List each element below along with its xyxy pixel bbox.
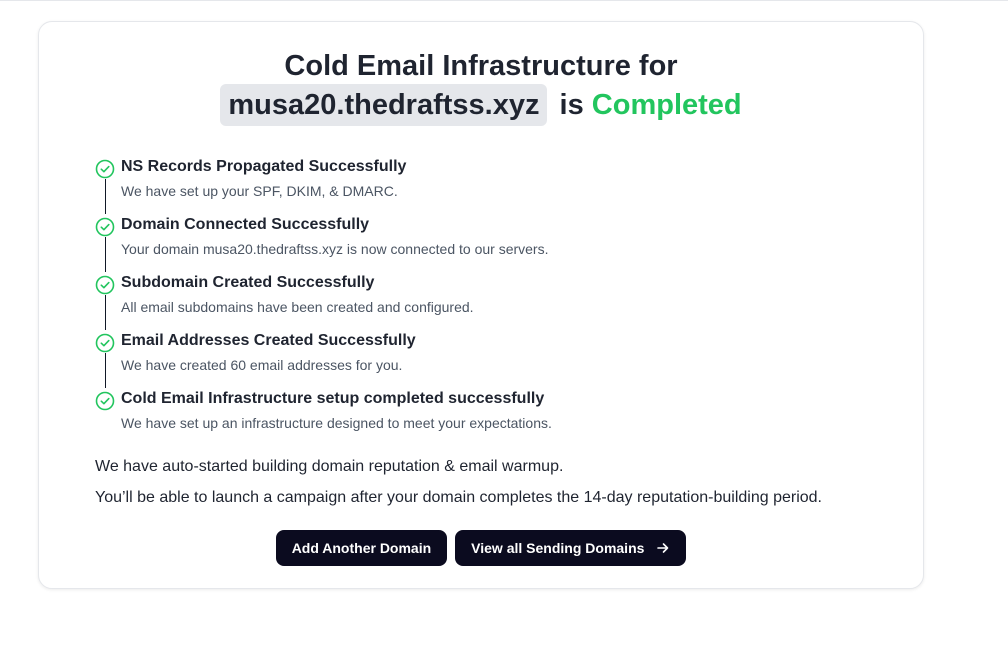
step-title: Email Addresses Created Successfully — [121, 332, 416, 349]
step-description: All email subdomains have been created a… — [121, 299, 474, 315]
step-title: Domain Connected Successfully — [121, 216, 370, 233]
card-actions: Add Another Domain View all Sending Doma… — [39, 530, 923, 566]
add-another-domain-button[interactable]: Add Another Domain — [275, 530, 448, 566]
timeline-connector — [105, 353, 106, 388]
launch-note: You’ll be able to launch a campaign afte… — [95, 489, 822, 506]
step-title: NS Records Propagated Successfully — [121, 158, 407, 175]
timeline-connector — [105, 237, 106, 272]
title-is-word: is — [559, 89, 584, 121]
title-prefix: Cold Email Infrastructure for — [284, 50, 678, 82]
step-description: We have set up your SPF, DKIM, & DMARC. — [121, 183, 398, 199]
top-divider — [0, 0, 1008, 1]
view-sending-domains-button[interactable]: View all Sending Domains — [455, 530, 687, 566]
timeline-connector — [105, 295, 106, 330]
add-another-domain-label: Add Another Domain — [291, 540, 432, 556]
view-sending-domains-label: View all Sending Domains — [471, 540, 645, 556]
arrow-right-icon — [657, 543, 669, 553]
status-completed: Completed — [591, 89, 742, 121]
timeline-connector — [105, 179, 106, 214]
step-description: We have created 60 email addresses for y… — [121, 357, 403, 373]
warmup-note: We have auto-started building domain rep… — [95, 458, 564, 475]
check-circle-icon — [95, 275, 115, 295]
check-circle-icon — [95, 159, 115, 179]
step-ns-records: NS Records Propagated Successfully We ha… — [95, 156, 855, 214]
step-description: We have set up an infrastructure designe… — [121, 415, 552, 431]
card-title: Cold Email Infrastructure for — [39, 46, 923, 86]
check-circle-icon — [95, 391, 115, 411]
step-title: Cold Email Infrastructure setup complete… — [121, 390, 545, 407]
check-circle-icon — [95, 217, 115, 237]
step-description: Your domain musa20.thedraftss.xyz is now… — [121, 241, 549, 257]
card-title-domain-line: musa20.thedraftss.xyz is Completed — [39, 84, 923, 126]
step-domain-connected: Domain Connected Successfully Your domai… — [95, 214, 855, 272]
step-infrastructure-complete: Cold Email Infrastructure setup complete… — [95, 388, 855, 446]
step-title: Subdomain Created Successfully — [121, 274, 375, 291]
check-circle-icon — [95, 333, 115, 353]
completion-card: Cold Email Infrastructure for musa20.the… — [38, 21, 924, 589]
step-subdomain-created: Subdomain Created Successfully All email… — [95, 272, 855, 330]
domain-chip: musa20.thedraftss.xyz — [220, 84, 548, 126]
step-email-addresses-created: Email Addresses Created Successfully We … — [95, 330, 855, 388]
